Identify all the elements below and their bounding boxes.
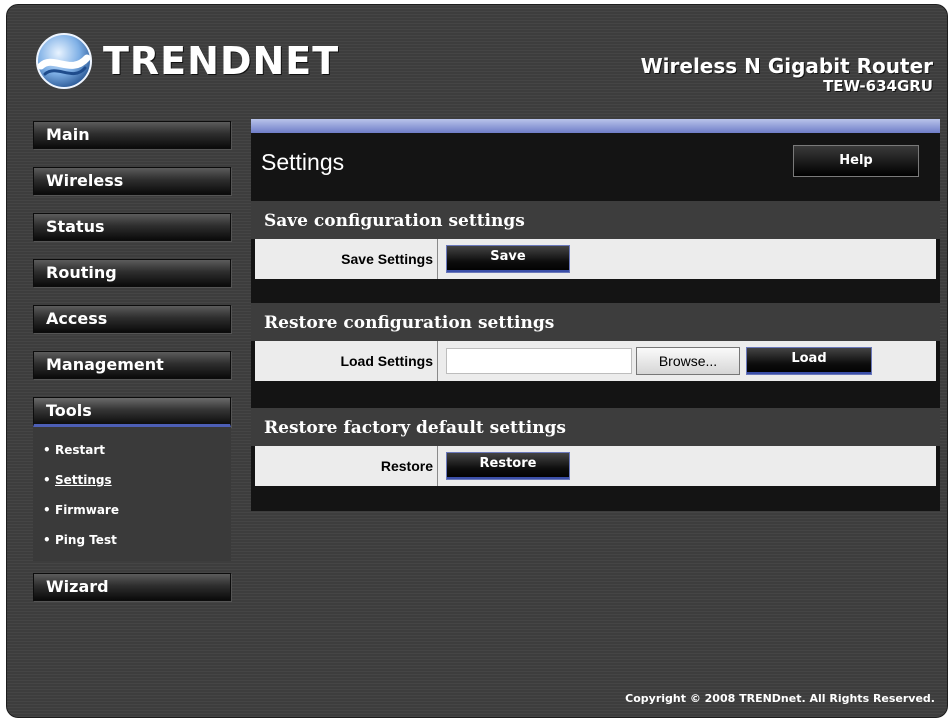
- sidebar-nav: Main Wireless Status Routing Access Mana…: [33, 121, 231, 619]
- restore-row: Restore Restore: [255, 446, 936, 486]
- subnav-restart-label: Restart: [55, 443, 106, 457]
- page-title: Settings: [261, 149, 345, 175]
- save-config-section: Save configuration settings Save Setting…: [251, 201, 940, 279]
- load-settings-row: Load Settings Browse... Load: [255, 341, 936, 381]
- subnav-settings[interactable]: • Settings: [43, 465, 231, 495]
- panel-top-bar: [251, 119, 940, 133]
- bullet-icon: •: [43, 473, 51, 487]
- trendnet-globe-icon: [36, 33, 92, 89]
- nav-wireless[interactable]: Wireless: [33, 167, 231, 195]
- product-name: Wireless N Gigabit Router: [640, 54, 933, 78]
- product-model: TEW-634GRU: [823, 77, 933, 95]
- app-frame: TRENDNET Wireless N Gigabit Router TEW-6…: [6, 4, 948, 718]
- nav-status[interactable]: Status: [33, 213, 231, 241]
- load-settings-label: Load Settings: [255, 341, 438, 381]
- nav-access[interactable]: Access: [33, 305, 231, 333]
- factory-default-section: Restore factory default settings Restore…: [251, 408, 940, 486]
- section-heading: Restore configuration settings: [251, 303, 940, 341]
- restore-label: Restore: [255, 446, 438, 486]
- subnav-firmware-label: Firmware: [55, 503, 119, 517]
- settings-panel: Settings Help Save configuration setting…: [251, 119, 940, 511]
- save-button[interactable]: Save: [446, 245, 570, 273]
- browse-button[interactable]: Browse...: [636, 347, 740, 375]
- nav-tools[interactable]: Tools: [33, 397, 231, 427]
- subnav-settings-label: Settings: [55, 473, 112, 487]
- save-settings-row: Save Settings Save: [255, 239, 936, 279]
- section-heading: Save configuration settings: [251, 201, 940, 239]
- bullet-icon: •: [43, 443, 51, 457]
- subnav-ping-test[interactable]: • Ping Test: [43, 525, 231, 555]
- nav-wizard[interactable]: Wizard: [33, 573, 231, 601]
- brand-name: TRENDNET: [103, 39, 340, 83]
- bullet-icon: •: [43, 503, 51, 517]
- copyright-text: Copyright © 2008 TRENDnet. All Rights Re…: [625, 692, 935, 705]
- section-heading: Restore factory default settings: [251, 408, 940, 446]
- trendnet-logo: TRENDNET: [35, 29, 339, 93]
- load-button[interactable]: Load: [746, 347, 872, 375]
- bullet-icon: •: [43, 533, 51, 547]
- help-button[interactable]: Help: [793, 145, 919, 177]
- nav-management[interactable]: Management: [33, 351, 231, 379]
- subnav-restart[interactable]: • Restart: [43, 435, 231, 465]
- file-path-input[interactable]: [446, 348, 632, 374]
- save-settings-label: Save Settings: [255, 239, 438, 279]
- subnav-firmware[interactable]: • Firmware: [43, 495, 231, 525]
- subnav-ping-test-label: Ping Test: [55, 533, 117, 547]
- restore-button[interactable]: Restore: [446, 452, 570, 480]
- nav-routing[interactable]: Routing: [33, 259, 231, 287]
- product-header: Wireless N Gigabit Router TEW-634GRU: [641, 55, 933, 95]
- restore-config-section: Restore configuration settings Load Sett…: [251, 303, 940, 381]
- tools-submenu: • Restart • Settings • Firmware • Ping Test: [33, 427, 231, 561]
- nav-main[interactable]: Main: [33, 121, 231, 149]
